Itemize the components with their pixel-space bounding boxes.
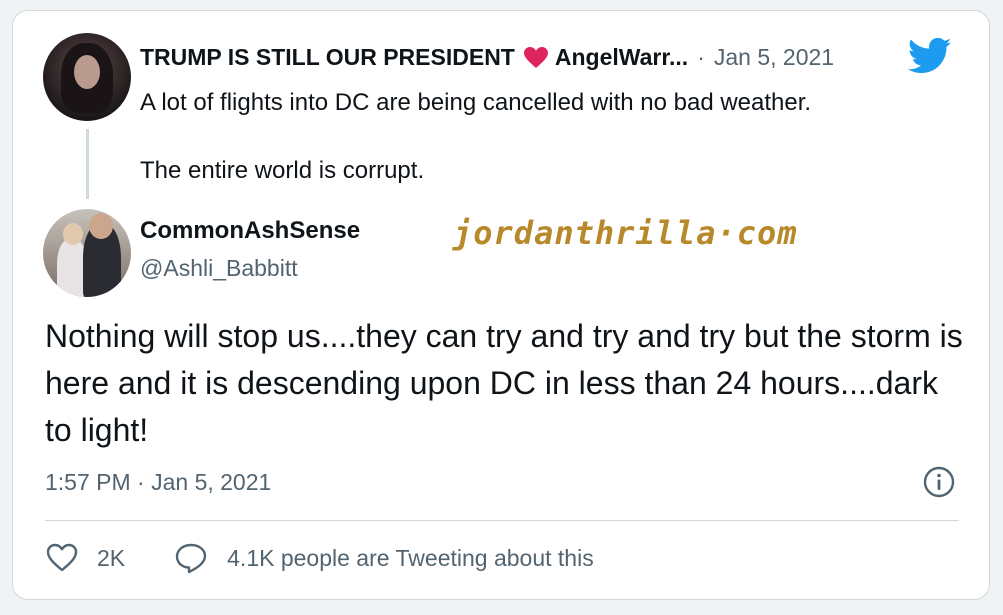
tweet-text: Nothing will stop us....they can try and…	[45, 318, 963, 448]
quoted-author-handle[interactable]: AngelWarr...	[555, 44, 688, 71]
author-name[interactable]: CommonAshSense	[140, 217, 360, 245]
thread-connector-line	[86, 129, 89, 199]
avatar-face	[74, 55, 100, 89]
watermark: jordanthrilla·com	[453, 214, 798, 252]
tweet-card: TRUMP IS STILL OUR PRESIDENT AngelWarr..…	[12, 10, 990, 600]
avatar-head-left	[63, 223, 83, 245]
tweet-actions: 2K 4.1K people are Tweeting about this	[45, 538, 594, 578]
like-count: 2K	[97, 544, 126, 571]
conversation-text: 4.1K people are Tweeting about this	[227, 544, 594, 571]
twitter-bird-icon[interactable]	[907, 37, 952, 75]
author-avatar[interactable]	[43, 209, 131, 297]
quoted-tweet-text-line1: A lot of flights into DC are being cance…	[140, 89, 812, 116]
quoted-tweet-date[interactable]: Jan 5, 2021	[714, 44, 834, 71]
quoted-tweet-text-line2: The entire world is corrupt.	[140, 157, 425, 184]
conversation-link[interactable]: 4.1K people are Tweeting about this	[173, 541, 594, 575]
avatar-head-right	[89, 213, 113, 239]
like-button[interactable]: 2K	[45, 542, 125, 574]
separator-dot: ·	[697, 44, 705, 70]
quoted-author-name[interactable]: TRUMP IS STILL OUR PRESIDENT	[140, 44, 515, 71]
quoted-author-avatar[interactable]	[43, 33, 131, 121]
author-handle[interactable]: @Ashli_Babbitt	[140, 255, 298, 282]
heart-emoji-icon	[523, 46, 549, 70]
info-icon[interactable]	[922, 465, 956, 499]
tweet-timestamp[interactable]: 1:57 PM · Jan 5, 2021	[45, 469, 271, 496]
like-heart-icon	[46, 543, 78, 572]
reply-bubble-icon	[175, 543, 207, 574]
quoted-tweet-header: TRUMP IS STILL OUR PRESIDENT AngelWarr..…	[140, 44, 834, 71]
action-divider	[45, 520, 959, 521]
